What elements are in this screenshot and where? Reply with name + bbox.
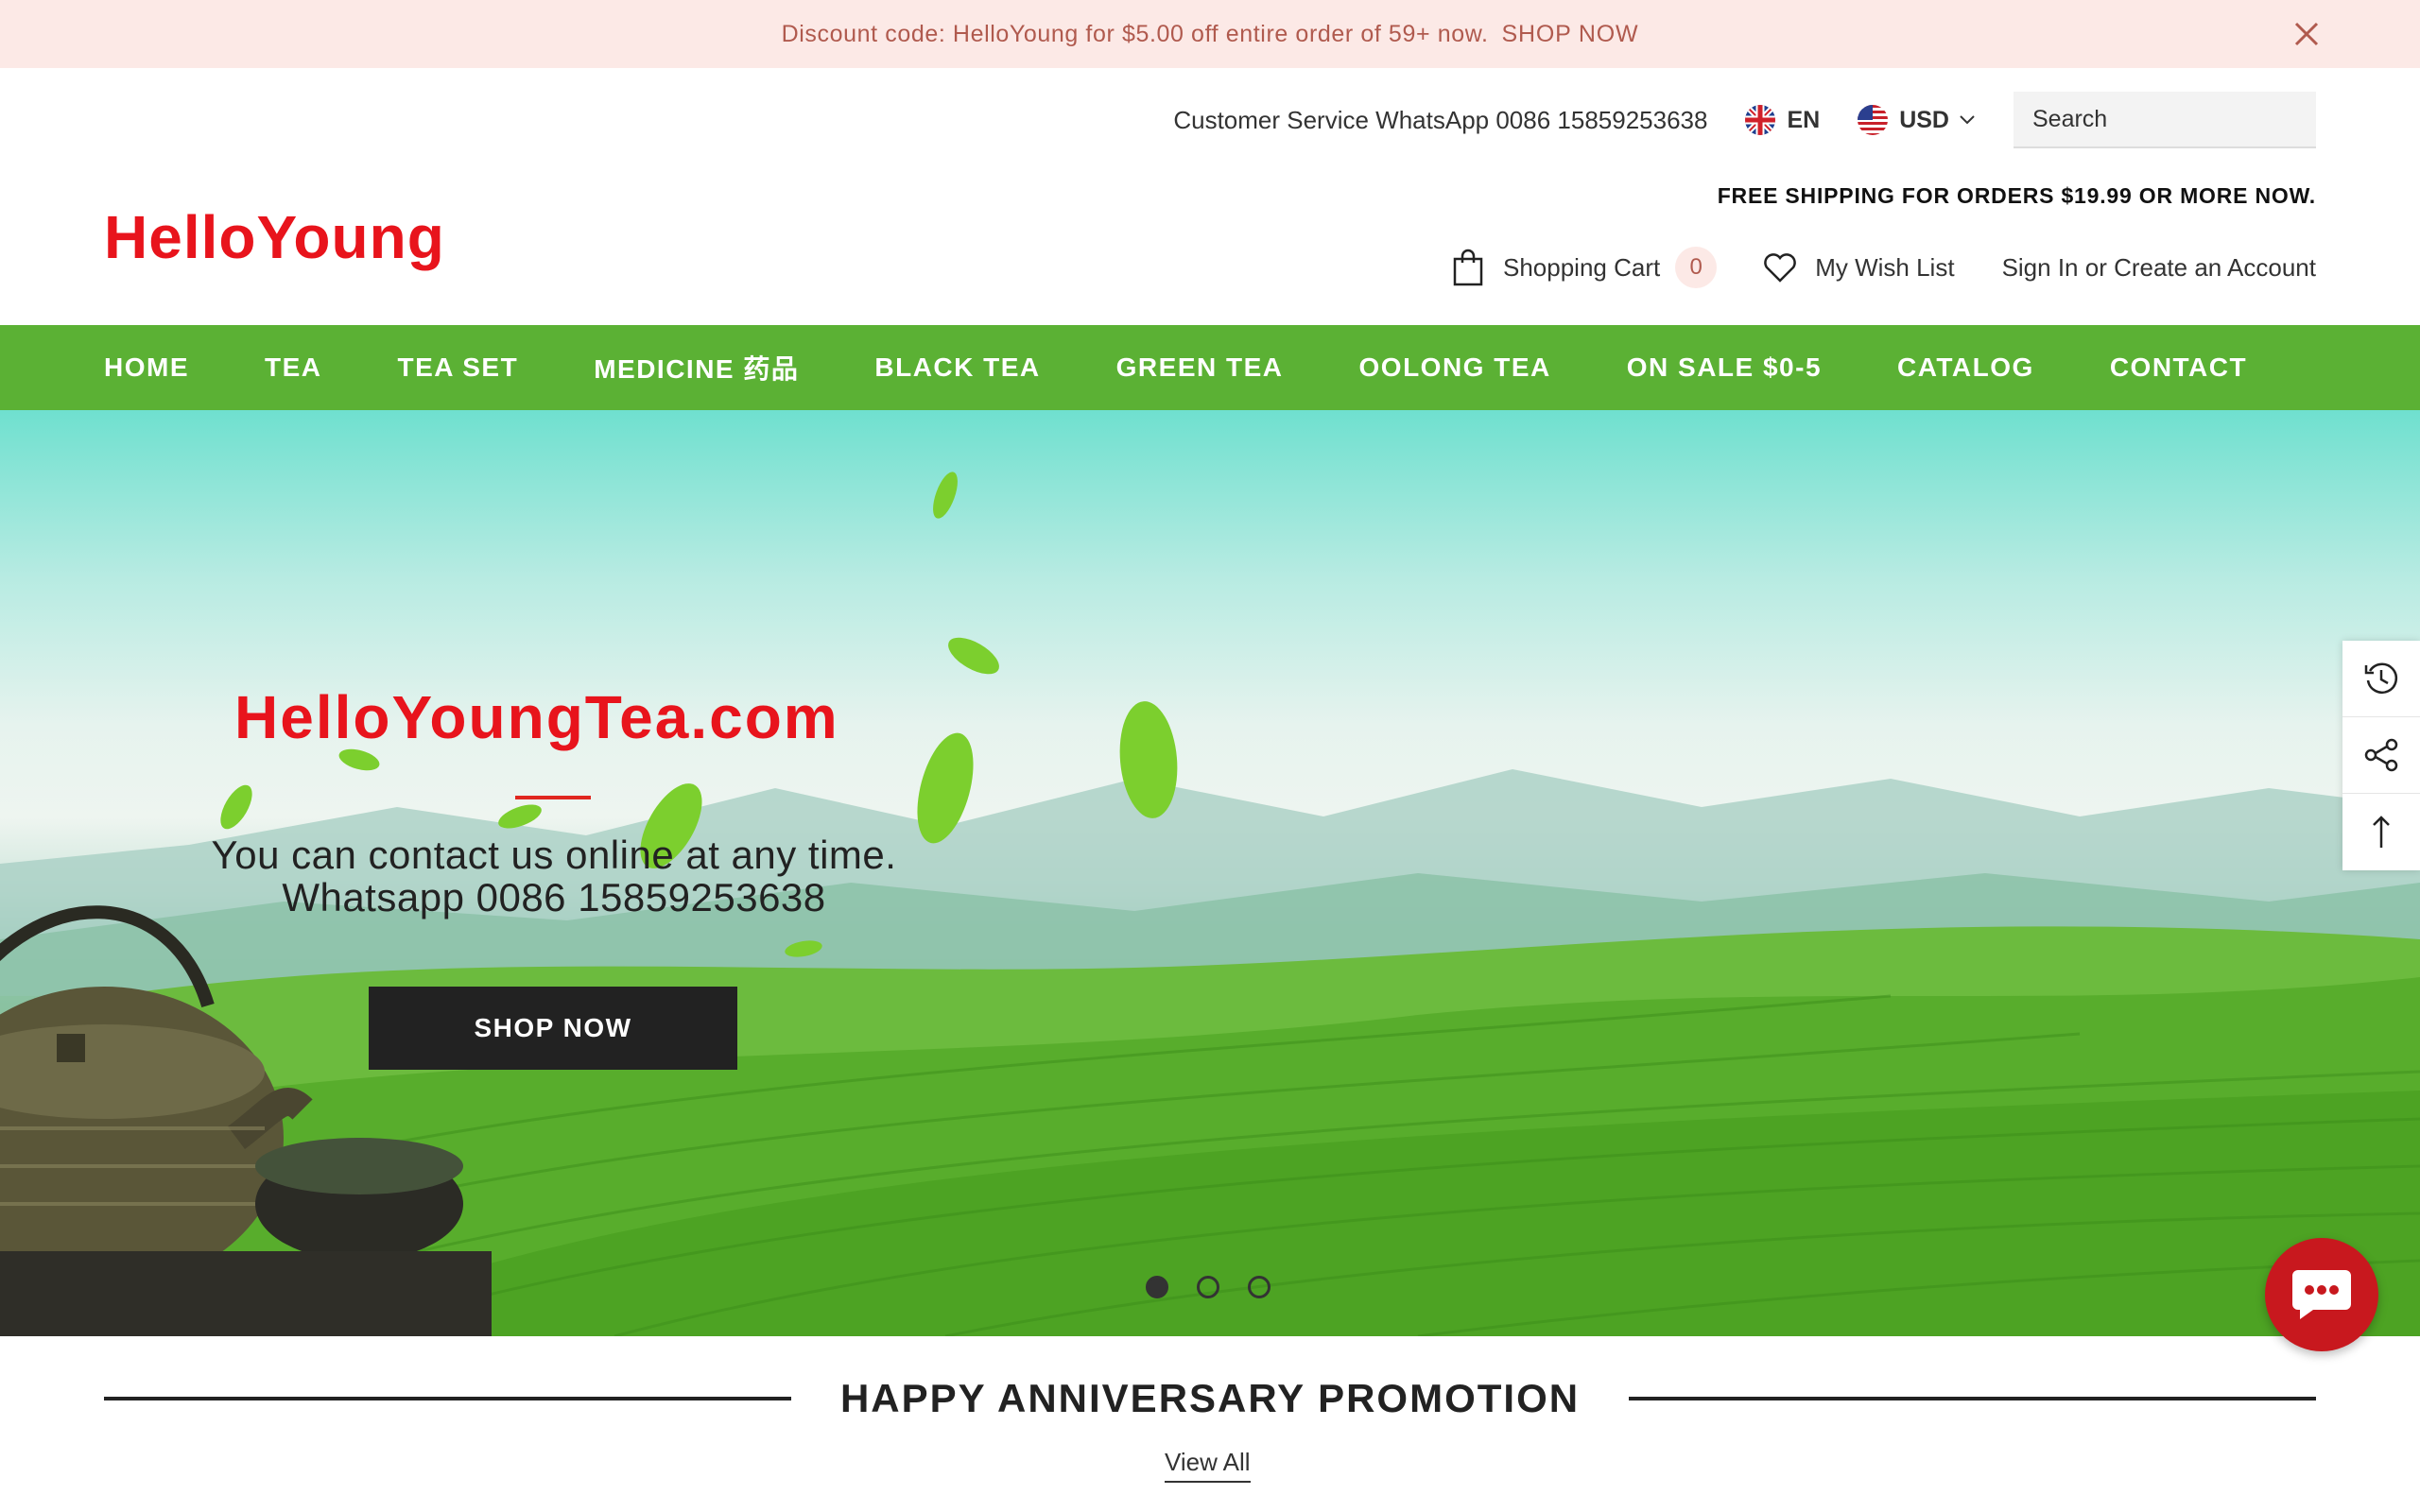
customer-service-text: Customer Service WhatsApp 0086 158592536…: [1173, 105, 1708, 134]
slider-dot-2[interactable]: [1197, 1276, 1219, 1298]
side-toolbar: [2342, 641, 2420, 870]
promotion-rule-left: [104, 1397, 791, 1400]
nav-item-tea[interactable]: TEA: [265, 352, 322, 383]
heart-icon: [1764, 253, 1797, 283]
share-button[interactable]: [2342, 717, 2420, 794]
nav-item-catalog[interactable]: CATALOG: [1897, 352, 2034, 383]
language-label: EN: [1787, 106, 1821, 133]
back-to-top-icon: [2373, 815, 2390, 848]
language-selector[interactable]: EN: [1745, 105, 1820, 135]
promotion-title: HAPPY ANNIVERSARY PROMOTION: [839, 1376, 1581, 1420]
account-row: Shopping Cart 0 My Wish List Sign In or …: [1452, 244, 2316, 291]
recently-viewed-button[interactable]: [2342, 641, 2420, 717]
currency-selector[interactable]: USD: [1858, 105, 1976, 135]
shopping-cart-link[interactable]: Shopping Cart 0: [1452, 247, 1718, 288]
uk-flag-icon: [1745, 105, 1776, 135]
nav-item-black-tea[interactable]: BLACK TEA: [874, 352, 1040, 383]
promotion-rule-right: [1629, 1397, 2317, 1400]
wishlist-link[interactable]: My Wish List: [1762, 251, 1955, 284]
cart-label: Shopping Cart: [1502, 252, 1661, 282]
view-all-link[interactable]: View All: [1165, 1448, 1251, 1483]
nav-item-on-sale[interactable]: ON SALE $0-5: [1627, 352, 1822, 383]
hero-subtitle: You can contact us online at any time. W…: [180, 833, 928, 919]
slider-dot-3[interactable]: [1248, 1276, 1270, 1298]
close-icon[interactable]: [2291, 19, 2322, 49]
hero-divider: [515, 796, 591, 799]
history-icon: [2364, 662, 2398, 694]
nav-item-green-tea[interactable]: GREEN TEA: [1116, 352, 1284, 383]
slider-dots: [1146, 1276, 1299, 1298]
announcement-bar: Discount code: HelloYoung for $5.00 off …: [0, 0, 2420, 68]
header-topline: Customer Service WhatsApp 0086 158592536…: [1173, 92, 2337, 148]
currency-label: USD: [1899, 106, 1949, 133]
nav-item-contact[interactable]: CONTACT: [2110, 352, 2247, 383]
site-logo[interactable]: HelloYoung: [104, 202, 445, 272]
nav-item-medicine[interactable]: MEDICINE 药品: [594, 349, 799, 387]
hero-subtitle-line2: Whatsapp 0086 15859253638: [282, 875, 826, 919]
chat-widget-button[interactable]: [2265, 1238, 2378, 1351]
announcement-text: Discount code: HelloYoung for $5.00 off …: [781, 20, 1489, 47]
hero-title: HelloYoungTea.com: [234, 683, 839, 751]
search-box: [2014, 92, 2337, 148]
nav-item-tea-set[interactable]: TEA SET: [398, 352, 519, 383]
us-flag-icon: [1858, 105, 1889, 135]
cart-count-badge: 0: [1675, 247, 1718, 288]
share-icon: [2364, 738, 2398, 772]
site-header: Customer Service WhatsApp 0086 158592536…: [0, 68, 2420, 325]
back-to-top-button[interactable]: [2342, 794, 2420, 870]
chevron-down-icon: [1960, 115, 1975, 125]
signin-link[interactable]: Sign In or Create an Account: [2002, 253, 2316, 283]
hero-subtitle-line1: You can contact us online at any time.: [211, 833, 897, 877]
nav-item-oolong-tea[interactable]: OOLONG TEA: [1359, 352, 1551, 383]
wishlist-label: My Wish List: [1815, 252, 1955, 282]
shopping-bag-icon: [1453, 249, 1483, 286]
hero-shop-now-button[interactable]: SHOP NOW: [369, 987, 737, 1070]
hero-slider: HelloYoungTea.com You can contact us onl…: [0, 410, 2420, 1336]
search-input[interactable]: [2032, 105, 2337, 133]
promotion-heading: HAPPY ANNIVERSARY PROMOTION: [104, 1370, 2317, 1427]
slider-dot-1[interactable]: [1146, 1276, 1168, 1298]
free-shipping-notice: FREE SHIPPING FOR ORDERS $19.99 OR MORE …: [1717, 183, 2316, 208]
main-nav: HOME TEA TEA SET MEDICINE 药品 BLACK TEA G…: [0, 325, 2420, 410]
chat-bubble-icon: [2292, 1270, 2351, 1319]
announcement-shop-now-link[interactable]: SHOP NOW: [1502, 21, 1639, 48]
nav-item-home[interactable]: HOME: [104, 352, 189, 383]
